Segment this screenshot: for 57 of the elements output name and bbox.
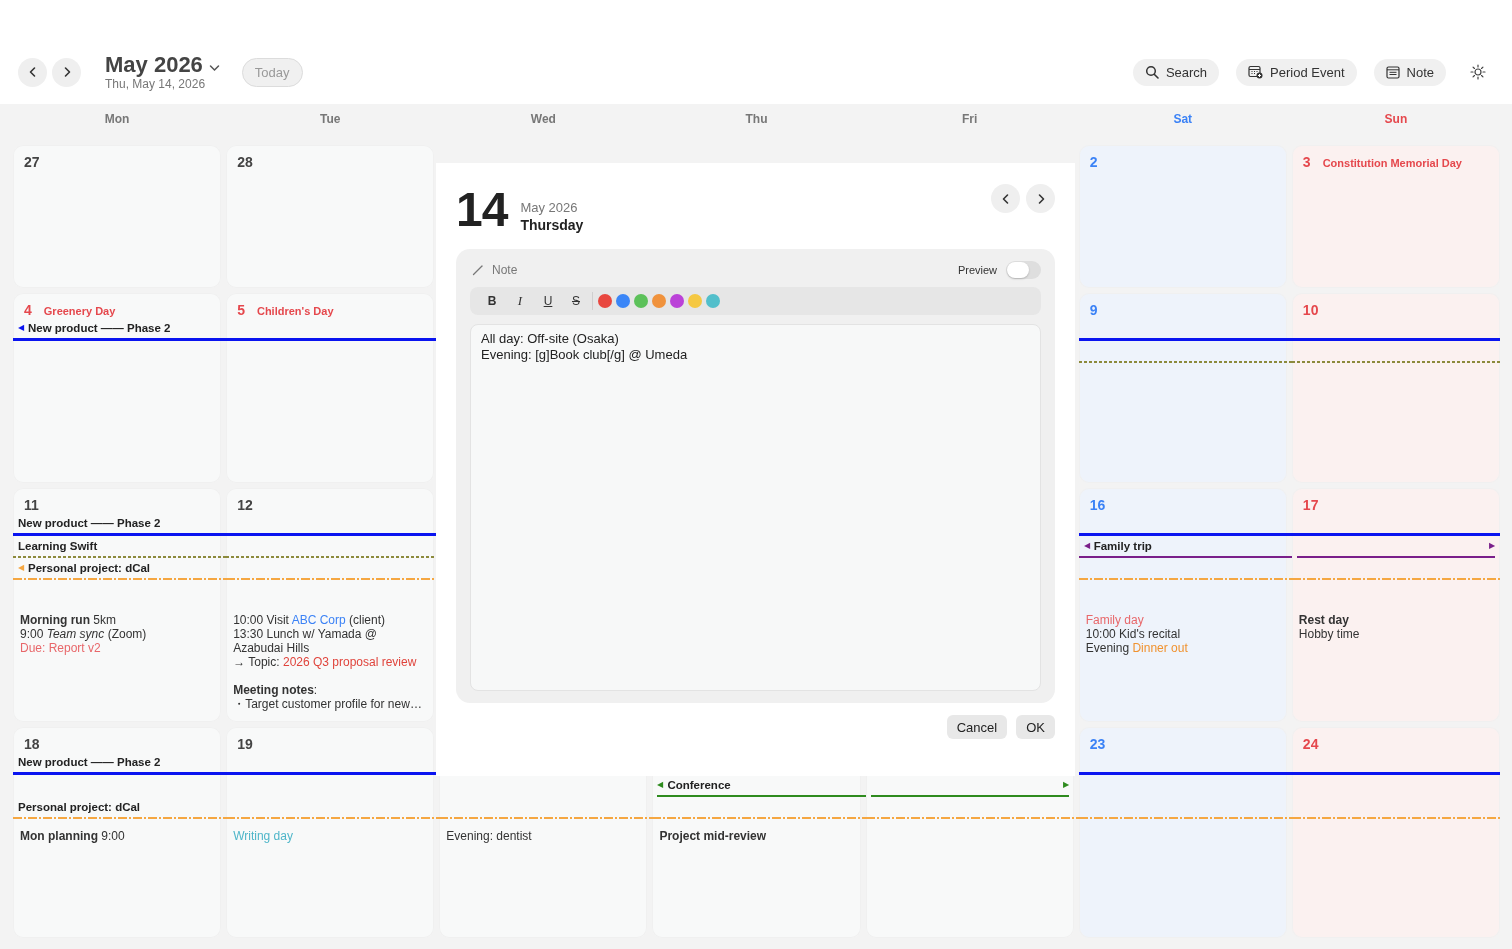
holiday-label: Constitution Memorial Day bbox=[1322, 157, 1462, 169]
day-number: 10 bbox=[1302, 302, 1319, 318]
day-number: 9 bbox=[1089, 302, 1098, 318]
day-number: 2 bbox=[1089, 154, 1098, 170]
triangle-left-icon: ◀ bbox=[1083, 539, 1090, 553]
holiday-label: Children's Day bbox=[256, 305, 334, 317]
day-number: 28 bbox=[237, 154, 253, 170]
day-number: 14 bbox=[456, 185, 508, 235]
day-number: 4 bbox=[24, 302, 32, 318]
note-line: Family day bbox=[1085, 613, 1145, 627]
day-number: 24 bbox=[1302, 736, 1319, 752]
day-number: 23 bbox=[1089, 736, 1106, 752]
note-line: ・Target customer profile for new… bbox=[233, 697, 423, 711]
weekday-label: Thu bbox=[745, 112, 768, 126]
note-line: Evening: dentist bbox=[446, 829, 533, 843]
day-number: 19 bbox=[237, 736, 253, 752]
weekday-label: Sun bbox=[1384, 112, 1408, 126]
weekday-label: Thursday bbox=[520, 216, 584, 234]
current-date: Thu, May 14, 2026 bbox=[105, 77, 207, 91]
month-label: May 2026 bbox=[520, 200, 579, 216]
weekday-label: Wed bbox=[530, 112, 556, 126]
day-number: 18 bbox=[24, 736, 40, 752]
triangle-right-icon: ▶ bbox=[1062, 778, 1069, 792]
day-number: 27 bbox=[24, 154, 40, 170]
triangle-left-icon: ◀ bbox=[18, 561, 24, 575]
day-number: 17 bbox=[1302, 497, 1319, 513]
weekday-label: Sat bbox=[1173, 112, 1193, 126]
weekday-label: Tue bbox=[320, 112, 341, 126]
note-line: Meeting notes: bbox=[233, 683, 319, 697]
note-line: 10:00 Visit ABC Corp (client) bbox=[233, 613, 386, 627]
note-line: Writing day bbox=[233, 829, 294, 843]
note-line: Morning run 5km bbox=[20, 613, 117, 627]
note-line: Hobby time bbox=[1298, 627, 1361, 641]
weekday-label: Mon bbox=[104, 112, 130, 126]
day-number: 11 bbox=[24, 497, 39, 513]
holiday-label: Greenery Day bbox=[43, 305, 116, 317]
month-title: May 2026 bbox=[105, 53, 203, 77]
note-line: Mon planning 9:00 bbox=[20, 829, 126, 843]
note-line: Azabudai Hills bbox=[233, 641, 311, 655]
triangle-left-icon: ◀ bbox=[18, 321, 24, 335]
triangle-right-icon: ▶ bbox=[1489, 539, 1495, 553]
note-title: Note bbox=[492, 263, 518, 277]
day-number: 3 bbox=[1302, 154, 1311, 170]
note-line: → Topic: 2026 Q3 proposal review bbox=[233, 655, 418, 669]
day-number: 12 bbox=[237, 497, 253, 513]
note-line: 13:30 Lunch w/ Yamada @ bbox=[233, 627, 378, 641]
note-line: Due: Report v2 bbox=[20, 641, 102, 655]
triangle-left-icon: ◀ bbox=[657, 778, 664, 792]
day-number: 5 bbox=[237, 302, 245, 318]
day-number: 16 bbox=[1089, 497, 1106, 513]
preview-label: Preview bbox=[957, 264, 997, 276]
note-line: Rest day bbox=[1298, 613, 1350, 627]
note-line: 10:00 Kid's recital bbox=[1085, 627, 1182, 641]
note-line: Project mid-review bbox=[659, 829, 768, 843]
note-line: 9:00 Team sync (Zoom) bbox=[20, 627, 148, 641]
weekday-label: Fri bbox=[961, 112, 978, 126]
note-line: Evening Dinner out bbox=[1085, 641, 1189, 655]
